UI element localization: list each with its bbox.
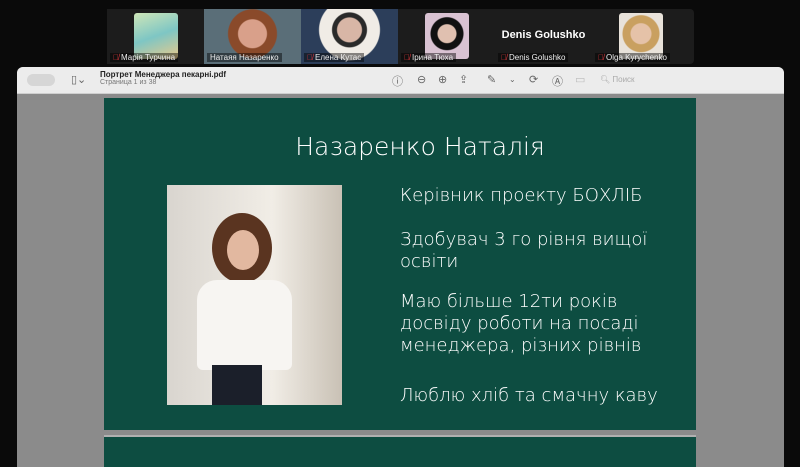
participant-name: Марія Турчина [121,53,176,62]
slide-text-line: Люблю хліб та смачну каву [400,385,658,406]
markup-pen-icon[interactable]: ✎ [487,73,496,86]
sidebar-view-icon[interactable]: ▯⌄ [71,73,86,86]
page-info: Страница 1 из 38 [100,79,157,86]
participant-name: Olga Kyrychenko [606,53,667,62]
participant-name: Натаяя Назаренко [210,53,279,62]
share-icon[interactable]: ⇪ [459,73,468,86]
pdf-viewer-window: ▯⌄ Портрет Менеджера пекарні.pdf Страниц… [17,67,784,467]
participant-name: Denis Golushko [509,53,566,62]
pdf-page-next [104,435,696,467]
muted-mic-icon: 🎙̸ [598,53,604,62]
participant-tile[interactable]: 🎙̸ Елена Кутас [301,9,398,64]
participant-strip: 🎙̸ Марія Турчина Натаяя Назаренко 🎙̸ Елена… [107,9,694,64]
slide-title: Назаренко Наталія [295,132,545,161]
form-icon: ▭ [575,74,586,86]
participant-tile[interactable]: Denis Golushko 🎙̸ Denis Golushko [495,9,592,64]
muted-mic-icon: 🎙̸ [501,53,507,62]
participant-tile-active[interactable]: Натаяя Назаренко [204,9,301,64]
participant-tile[interactable]: 🎙̸ Ірина Тюха [398,9,495,64]
file-name: Портрет Менеджера пекарні.pdf [100,70,227,79]
muted-mic-icon: 🎙̸ [113,53,119,62]
info-icon[interactable]: ⓘ [392,73,403,89]
portrait-photo [167,185,342,405]
muted-mic-icon: 🎙̸ [307,53,313,62]
zoom-out-icon[interactable]: ⊖ [417,73,426,86]
participant-tile[interactable]: 🎙̸ Марія Турчина [107,9,204,64]
chevron-down-icon[interactable]: ⌄ [509,75,516,84]
annotate-icon[interactable]: Ⓐ [552,73,563,89]
muted-mic-icon: 🎙̸ [404,53,410,62]
toolbar: ▯⌄ Портрет Менеджера пекарні.pdf Страниц… [17,67,784,94]
slide-text-line: Маю більше 12ти років досвіду роботи на … [400,291,642,356]
rotate-icon[interactable]: ⟳ [529,73,538,86]
search-field[interactable]: 🔍︎ Поиск [600,75,635,84]
search-placeholder: Поиск [612,75,635,84]
participant-tile[interactable]: 🎙̸ Olga Kyrychenko [592,9,689,64]
pdf-page: Назаренко Наталія Керівник проекту БОХЛІ… [104,98,696,430]
sidebar-toggle-button[interactable] [27,74,55,86]
search-icon: 🔍︎ [600,75,611,84]
participant-name: Ірина Тюха [412,53,454,62]
slide-text-line: Керівник проекту БОХЛІБ [400,185,643,206]
participant-display-name: Denis Golushko [501,29,586,41]
zoom-in-icon[interactable]: ⊕ [438,73,447,86]
participant-name: Елена Кутас [315,53,362,62]
slide-text-line: Здобувач 3 го рівня вищої освіти [400,229,648,272]
